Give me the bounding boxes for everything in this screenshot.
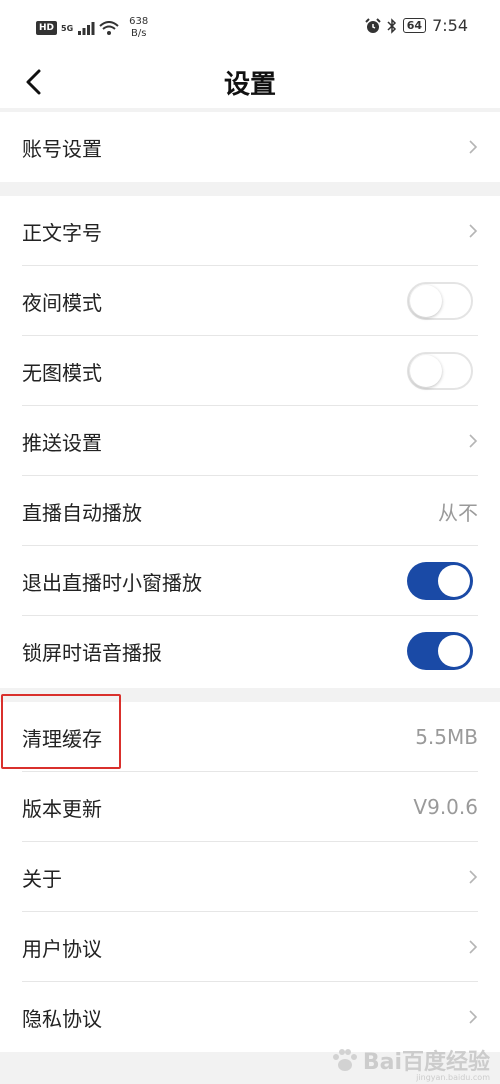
push-settings-label: 推送设置	[22, 430, 102, 455]
night-mode-toggle[interactable]	[407, 282, 473, 320]
push-settings-row[interactable]: 推送设置	[0, 406, 500, 476]
no-image-mode-toggle[interactable]	[407, 352, 473, 390]
lockscreen-voice-label: 锁屏时语音播报	[22, 640, 162, 665]
chevron-right-icon	[469, 870, 478, 884]
chevron-right-icon	[469, 434, 478, 448]
font-size-label: 正文字号	[22, 220, 102, 245]
alarm-icon	[365, 17, 381, 33]
no-image-mode-row: 无图模式	[0, 336, 500, 406]
live-pip-label: 退出直播时小窗播放	[22, 570, 202, 595]
night-mode-label: 夜间模式	[22, 290, 102, 315]
account-settings-label: 账号设置	[22, 136, 102, 161]
network-speed: 638 B/s	[129, 16, 148, 40]
status-bar: HD 5G 638 B/s 64 7:54	[0, 0, 500, 56]
lockscreen-voice-row: 锁屏时语音播报	[0, 616, 500, 686]
live-autoplay-row[interactable]: 直播自动播放 从不	[0, 476, 500, 546]
toggle-knob	[410, 285, 442, 317]
night-mode-row: 夜间模式	[0, 266, 500, 336]
clear-cache-value: 5.5MB	[415, 725, 478, 749]
about-row[interactable]: 关于	[0, 842, 500, 912]
status-left: HD 5G 638 B/s	[36, 16, 148, 40]
lockscreen-voice-toggle[interactable]	[407, 632, 473, 670]
hd-badge: HD	[36, 21, 58, 35]
watermark-url: jingyan.baidu.com	[416, 1073, 490, 1082]
bluetooth-icon	[387, 17, 396, 34]
status-right: 64 7:54	[365, 16, 468, 35]
user-agreement-label: 用户协议	[22, 936, 102, 961]
live-pip-toggle[interactable]	[407, 562, 473, 600]
no-image-mode-label: 无图模式	[22, 360, 102, 385]
chevron-right-icon	[469, 140, 478, 154]
speed-value: 638	[129, 16, 149, 27]
version-update-label: 版本更新	[22, 796, 102, 821]
version-value: V9.0.6	[413, 795, 478, 819]
version-update-row[interactable]: 版本更新 V9.0.6	[0, 772, 500, 842]
live-autoplay-label: 直播自动播放	[22, 500, 142, 525]
display-group: 正文字号 夜间模式 无图模式 推送设置 直播自动播放 从不 退出直播时小窗播放 …	[0, 196, 500, 688]
toggle-knob	[438, 635, 470, 667]
page-title: 设置	[223, 70, 276, 100]
privacy-agreement-row[interactable]: 隐私协议	[0, 982, 500, 1052]
toggle-knob	[410, 355, 442, 387]
chevron-right-icon	[469, 224, 478, 238]
nav-bar: 设置	[0, 56, 500, 108]
font-size-row[interactable]: 正文字号	[0, 196, 500, 266]
speed-unit: B/s	[130, 28, 147, 39]
chevron-right-icon	[469, 1010, 478, 1024]
about-label: 关于	[22, 866, 62, 891]
account-group: 账号设置	[0, 112, 500, 182]
status-time: 7:54	[432, 16, 468, 35]
toggle-knob	[438, 565, 470, 597]
battery-indicator: 64	[402, 18, 427, 33]
chevron-right-icon	[469, 940, 478, 954]
watermark-brand: Bai百度经验	[362, 1050, 490, 1075]
network-type: 5G	[61, 23, 74, 33]
baidu-jingyan-watermark: Bai百度经验 jingyan.baidu.com	[331, 1044, 490, 1082]
live-pip-row: 退出直播时小窗播放	[0, 546, 500, 616]
privacy-agreement-label: 隐私协议	[22, 1006, 102, 1031]
wifi-icon	[99, 21, 119, 35]
paw-logo-icon	[332, 1049, 357, 1071]
highlight-annotation	[1, 694, 121, 769]
live-autoplay-value: 从不	[438, 500, 478, 525]
user-agreement-row[interactable]: 用户协议	[0, 912, 500, 982]
signal-icon	[78, 22, 95, 35]
account-settings-row[interactable]: 账号设置	[0, 112, 500, 182]
